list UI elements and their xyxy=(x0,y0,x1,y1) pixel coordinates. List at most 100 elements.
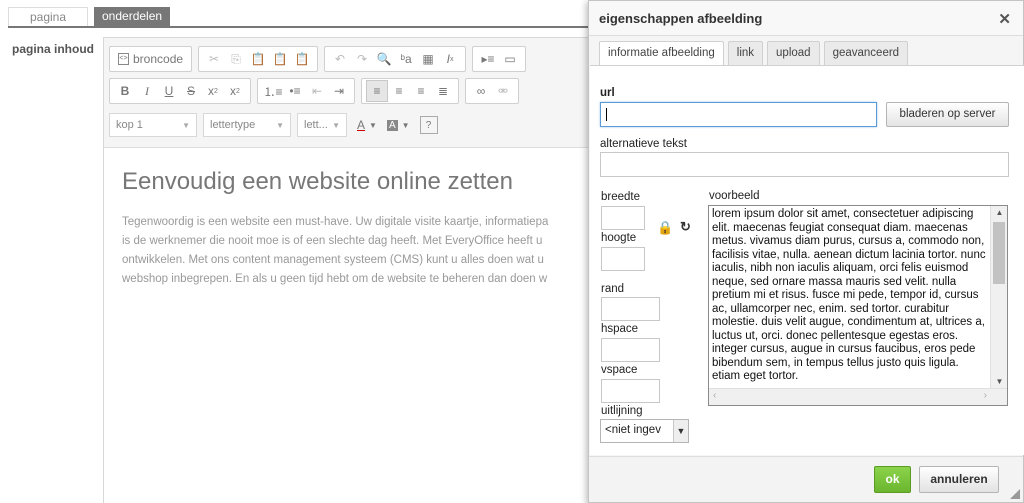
lock-icon[interactable]: 🔒 xyxy=(657,220,673,236)
link-icon[interactable]: ∞ xyxy=(470,80,492,102)
tab-onderdelen[interactable]: onderdelen xyxy=(94,7,171,26)
alt-text-input[interactable] xyxy=(600,152,1009,177)
copy-icon[interactable]: ⎘ xyxy=(225,48,247,70)
scroll-left-icon[interactable]: ‹ xyxy=(713,390,716,401)
font-select[interactable]: lettertype ▼ xyxy=(203,113,291,137)
border-input[interactable] xyxy=(601,297,660,321)
preview-box[interactable]: lorem ipsum dolor sit amet, consectetuer… xyxy=(708,205,1008,406)
format-value: kop 1 xyxy=(116,119,143,131)
content-heading: Eenvoudig een website online zetten xyxy=(122,168,513,195)
outdent-icon[interactable]: ⇤ xyxy=(306,80,328,102)
chevron-down-icon: ▼ xyxy=(332,120,340,130)
align-select-value: <niet ingev xyxy=(605,424,661,436)
source-button[interactable]: <> broncode xyxy=(114,52,187,66)
redo-icon[interactable]: ↷ xyxy=(351,48,373,70)
border-label: rand xyxy=(601,283,625,295)
ok-button[interactable]: ok xyxy=(874,466,911,493)
content-line: Tegenwoordig is een website een must-hav… xyxy=(122,216,549,228)
replace-icon[interactable]: ᵇa xyxy=(395,48,417,70)
cancel-button[interactable]: annuleren xyxy=(919,466,999,493)
remove-format-icon[interactable]: Ix xyxy=(439,48,461,70)
tab-link[interactable]: link xyxy=(727,41,764,66)
strike-button[interactable]: S xyxy=(180,80,202,102)
list-group: ⒈≡ •≡ ⇤ ⇥ xyxy=(257,78,355,104)
find-icon[interactable]: 🔍 xyxy=(373,48,395,70)
align-select[interactable]: <niet ingev ▼ xyxy=(600,419,689,443)
width-input[interactable] xyxy=(601,206,645,230)
paste-text-icon[interactable]: 📋 xyxy=(269,48,291,70)
source-icon: <> xyxy=(118,53,129,65)
url-input[interactable] xyxy=(600,102,877,127)
close-icon[interactable]: ✕ xyxy=(998,10,1011,28)
vspace-label: vspace xyxy=(601,364,638,376)
tab-pagina[interactable]: pagina xyxy=(8,7,88,26)
alt-text-label: alternatieve tekst xyxy=(600,138,687,150)
text-color-icon: A xyxy=(357,118,366,132)
tab-underline xyxy=(8,26,588,28)
resize-handle-icon[interactable] xyxy=(1010,489,1020,499)
scroll-thumb[interactable] xyxy=(993,222,1005,284)
align-right-icon[interactable]: ≡ xyxy=(410,80,432,102)
bg-color-icon: A xyxy=(386,119,398,131)
unlink-icon[interactable]: ⚮ xyxy=(492,80,514,102)
bulleted-list-icon[interactable]: •≡ xyxy=(284,80,306,102)
edit-group: ↶ ↷ 🔍 ᵇa ▦ Ix xyxy=(324,46,467,72)
page-tabs: pagina onderdelen xyxy=(8,7,176,26)
content-line: ontwikkelen. Met ons content management … xyxy=(122,254,544,266)
browse-server-button[interactable]: bladeren op server xyxy=(886,102,1009,127)
height-label: hoogte xyxy=(601,232,637,244)
content-line: webshop inbegrepen. En als u geen tijd h… xyxy=(122,273,548,285)
size-value: lett... xyxy=(304,119,328,131)
reset-size-icon[interactable]: ↻ xyxy=(680,219,691,235)
format-select[interactable]: kop 1 ▼ xyxy=(109,113,197,137)
dialog-title: eigenschappen afbeelding xyxy=(589,1,1023,36)
bg-color-button[interactable]: A ▼ xyxy=(383,119,414,131)
hspace-label: hspace xyxy=(601,323,639,335)
numbered-list-icon[interactable]: ⒈≡ xyxy=(262,80,284,102)
editor-content-area[interactable]: Eenvoudig een website online zetten Tege… xyxy=(104,147,592,503)
bold-button[interactable]: B xyxy=(114,80,136,102)
indent-icon[interactable]: ⇥ xyxy=(328,80,350,102)
tab-advanced[interactable]: geavanceerd xyxy=(823,41,909,66)
vspace-input[interactable] xyxy=(601,379,660,403)
align-justify-icon[interactable]: ≣ xyxy=(432,80,454,102)
content-label: pagina inhoud xyxy=(12,42,94,56)
clipboard-group: ✂ ⎘ 📋 📋 📋 xyxy=(198,46,319,72)
preview-vertical-scrollbar[interactable]: ▲ ▼ xyxy=(990,206,1007,389)
dialog-title-text: eigenschappen afbeelding xyxy=(599,11,763,26)
align-center-icon[interactable]: ≡ xyxy=(388,80,410,102)
size-select[interactable]: lett... ▼ xyxy=(297,113,347,137)
preview-text: lorem ipsum dolor sit amet, consectetuer… xyxy=(712,208,986,382)
cut-icon[interactable]: ✂ xyxy=(203,48,225,70)
chevron-down-icon: ▼ xyxy=(673,420,688,442)
image-icon[interactable]: ▭ xyxy=(499,48,521,70)
chevron-down-icon: ▼ xyxy=(369,120,377,130)
height-input[interactable] xyxy=(601,247,645,271)
preview-horizontal-scrollbar[interactable]: ‹ › xyxy=(709,388,1007,405)
select-all-icon[interactable]: ▦ xyxy=(417,48,439,70)
text-caret xyxy=(606,108,607,121)
scroll-up-icon[interactable]: ▲ xyxy=(991,206,1007,220)
subscript-icon[interactable]: x2 xyxy=(202,80,224,102)
italic-button[interactable]: I xyxy=(136,80,158,102)
toolbar-row-2: B I U S x2 x2 ⒈≡ •≡ ⇤ ⇥ ≡ ≡ ≡ ≣ ∞ ⚮ xyxy=(109,77,525,105)
image-properties-dialog: eigenschappen afbeelding ✕ informatie af… xyxy=(588,0,1024,503)
tab-image-info[interactable]: informatie afbeelding xyxy=(599,41,724,66)
tab-upload[interactable]: upload xyxy=(767,41,820,66)
paste-word-icon[interactable]: 📋 xyxy=(291,48,313,70)
hspace-input[interactable] xyxy=(601,338,660,362)
basic-styles-group: B I U S x2 x2 xyxy=(109,78,251,104)
paste-icon[interactable]: 📋 xyxy=(247,48,269,70)
superscript-icon[interactable]: x2 xyxy=(224,80,246,102)
help-button[interactable]: ? xyxy=(419,116,438,134)
underline-button[interactable]: U xyxy=(158,80,180,102)
blockquote-icon[interactable]: ▸≡ xyxy=(477,48,499,70)
scroll-right-icon[interactable]: › xyxy=(984,390,987,401)
align-left-icon[interactable]: ≡ xyxy=(366,80,388,102)
undo-icon[interactable]: ↶ xyxy=(329,48,351,70)
chevron-down-icon: ▼ xyxy=(401,120,410,130)
font-value: lettertype xyxy=(210,119,256,131)
scroll-down-icon[interactable]: ▼ xyxy=(991,375,1007,389)
chevron-down-icon: ▼ xyxy=(276,120,284,130)
text-color-button[interactable]: A ▼ xyxy=(353,118,381,132)
